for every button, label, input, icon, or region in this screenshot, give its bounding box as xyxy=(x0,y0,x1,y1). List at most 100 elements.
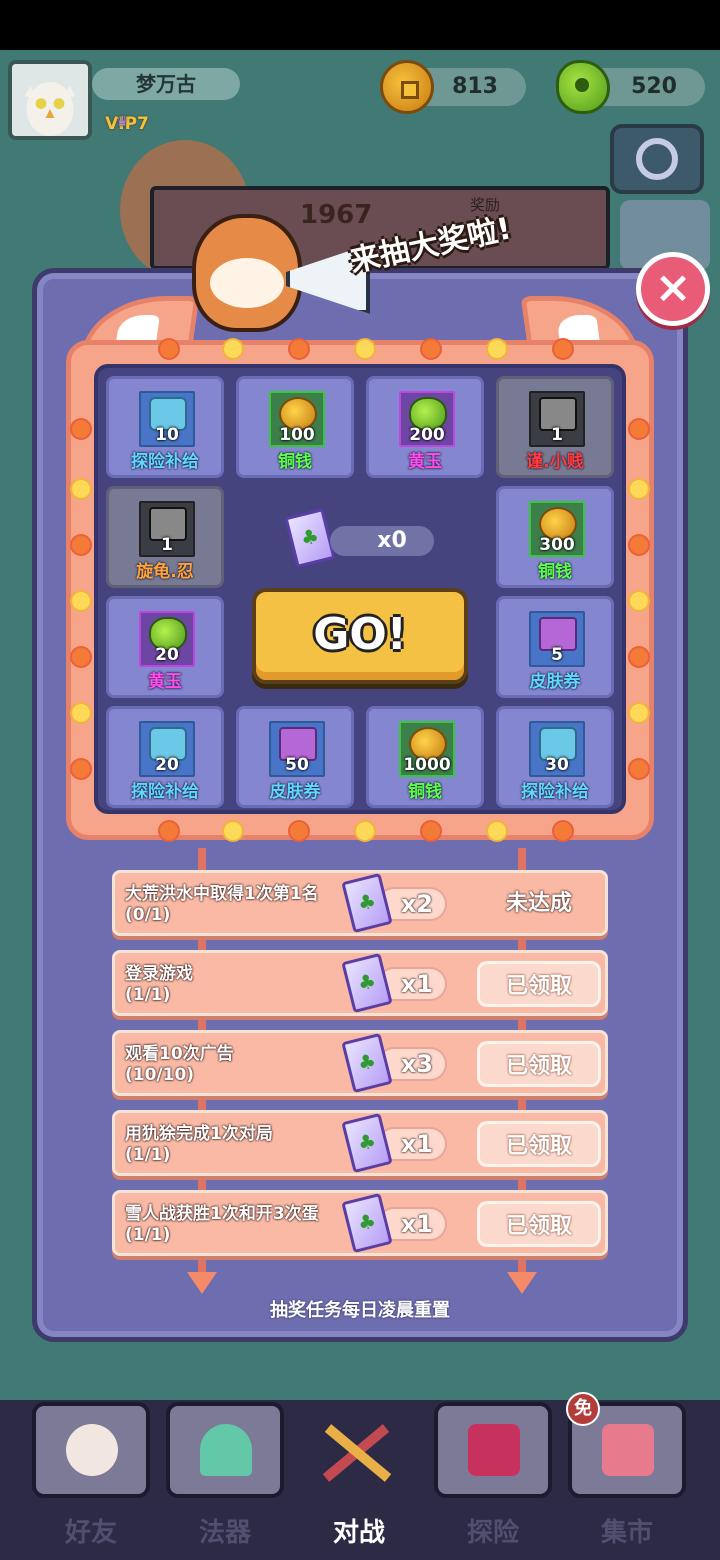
light-bulb xyxy=(488,340,506,358)
ticket-count: x0 xyxy=(330,526,434,556)
prize-label: 皮肤券 xyxy=(529,672,581,692)
prize-cell: 1 旋龟.忍 xyxy=(106,486,224,588)
light-bulb xyxy=(356,822,374,840)
prize-cell: 100 铜钱 xyxy=(236,376,354,478)
paw-icon xyxy=(66,1424,118,1476)
prize-amount: 10 xyxy=(155,425,179,445)
nav-label-battle[interactable]: 对战 xyxy=(300,1512,418,1549)
light-bulb xyxy=(72,480,90,498)
light-bulb xyxy=(422,340,440,358)
claimed-button[interactable]: 已领取 xyxy=(477,1121,601,1167)
prize-amount: 20 xyxy=(155,755,179,775)
prize-amount: 1 xyxy=(161,535,173,555)
prize-label: 探险补给 xyxy=(131,452,199,472)
light-bulb xyxy=(630,420,648,438)
nav-label-explore: 探险 xyxy=(466,1518,519,1548)
prize-label: 铜钱 xyxy=(408,782,442,802)
prize-label: 铜钱 xyxy=(538,562,572,582)
prize-amount: 1000 xyxy=(403,755,451,775)
prize-label: 谨.小贱 xyxy=(526,452,584,472)
light-bulb xyxy=(72,760,90,778)
task-progress: (10/10) xyxy=(125,1065,195,1085)
prize-cell: 300 铜钱 xyxy=(496,486,614,588)
lottery-ticket-icon xyxy=(341,1192,393,1254)
prize-label: 皮肤券 xyxy=(269,782,321,802)
prize-cell: 20 黄玉 xyxy=(106,596,224,698)
prize-item: 50 xyxy=(269,721,325,777)
prize-cell: 1000 铜钱 xyxy=(366,706,484,808)
go-button[interactable]: GO! xyxy=(252,588,468,684)
player-avatar[interactable] xyxy=(8,60,92,140)
player-name: 梦万古 xyxy=(92,68,240,100)
vip-badge: ♛ VIP7 xyxy=(104,104,150,138)
light-bulb xyxy=(224,822,242,840)
nav-label-friends: 好友 xyxy=(64,1518,117,1548)
task-progress: (1/1) xyxy=(125,1225,171,1245)
cat-mascot-icon xyxy=(192,214,302,332)
prize-label: 铜钱 xyxy=(278,452,312,472)
light-bulb xyxy=(160,340,178,358)
task-title: 雪人战获胜1次和开3次蛋 xyxy=(125,1204,319,1224)
prize-cell: 20 探险补给 xyxy=(106,706,224,808)
prize-amount: 5 xyxy=(551,645,563,665)
prize-item: 200 xyxy=(399,391,455,447)
crossed-swords-icon[interactable] xyxy=(312,1418,402,1488)
copper-coin-icon xyxy=(380,60,434,114)
crown-icon: ♛ xyxy=(116,114,129,130)
task-row: 用犰狳完成1次对局(1/1)x1已领取 xyxy=(112,1110,608,1176)
task-title: 观看10次广告 xyxy=(125,1044,234,1064)
prize-amount: 300 xyxy=(539,535,575,555)
close-button[interactable]: × xyxy=(636,252,710,326)
rank-score: 1967 xyxy=(300,200,373,230)
task-title: 用犰狳完成1次对局 xyxy=(125,1124,273,1144)
status-bar xyxy=(0,0,720,50)
prize-amount: 100 xyxy=(279,425,315,445)
nav-artifact-button[interactable] xyxy=(166,1402,284,1498)
prize-label: 旋龟.忍 xyxy=(136,562,194,582)
light-bulb xyxy=(630,480,648,498)
shop-icon xyxy=(602,1424,654,1476)
task-progress: (0/1) xyxy=(125,905,171,925)
light-bulb xyxy=(290,822,308,840)
lottery-ticket-icon xyxy=(341,872,393,934)
prize-cell: 1 谨.小贱 xyxy=(496,376,614,478)
cards-icon xyxy=(468,1424,520,1476)
task-row: 观看10次广告(10/10)x3已领取 xyxy=(112,1030,608,1096)
light-bulb xyxy=(422,822,440,840)
prize-item: 1 xyxy=(139,501,195,557)
prize-item: 300 xyxy=(529,501,585,557)
prize-item: 5 xyxy=(529,611,585,667)
prize-amount: 200 xyxy=(409,425,445,445)
light-bulb xyxy=(72,704,90,722)
prize-cell: 5 皮肤券 xyxy=(496,596,614,698)
claimed-button[interactable]: 已领取 xyxy=(477,1201,601,1247)
task-progress: (1/1) xyxy=(125,985,171,1005)
light-bulb xyxy=(290,340,308,358)
light-bulb xyxy=(72,536,90,554)
nav-label-market: 集市 xyxy=(600,1518,653,1548)
claimed-button[interactable]: 已领取 xyxy=(477,1041,601,1087)
light-bulb xyxy=(72,420,90,438)
prize-amount: 50 xyxy=(285,755,309,775)
task-row: 登录游戏(1/1)x1已领取 xyxy=(112,950,608,1016)
nav-label-artifact: 法器 xyxy=(198,1518,251,1548)
prize-cell: 30 探险补给 xyxy=(496,706,614,808)
prize-amount: 30 xyxy=(545,755,569,775)
claimed-button[interactable]: 已领取 xyxy=(477,961,601,1007)
umbrella-icon xyxy=(200,1424,252,1476)
prize-label: 探险补给 xyxy=(131,782,199,802)
light-bulb xyxy=(554,340,572,358)
prize-item: 1 xyxy=(529,391,585,447)
light-bulb xyxy=(160,822,178,840)
prize-item: 20 xyxy=(139,611,195,667)
jade-icon xyxy=(556,60,610,114)
light-bulb xyxy=(630,760,648,778)
prize-label: 探险补给 xyxy=(521,782,589,802)
prize-cell: 10 探险补给 xyxy=(106,376,224,478)
light-bulb xyxy=(224,340,242,358)
prize-amount: 1 xyxy=(551,425,563,445)
nav-friends-button[interactable] xyxy=(32,1402,150,1498)
nav-explore-button[interactable] xyxy=(434,1402,552,1498)
settings-button[interactable] xyxy=(610,124,704,194)
free-badge: 免 xyxy=(566,1392,600,1426)
